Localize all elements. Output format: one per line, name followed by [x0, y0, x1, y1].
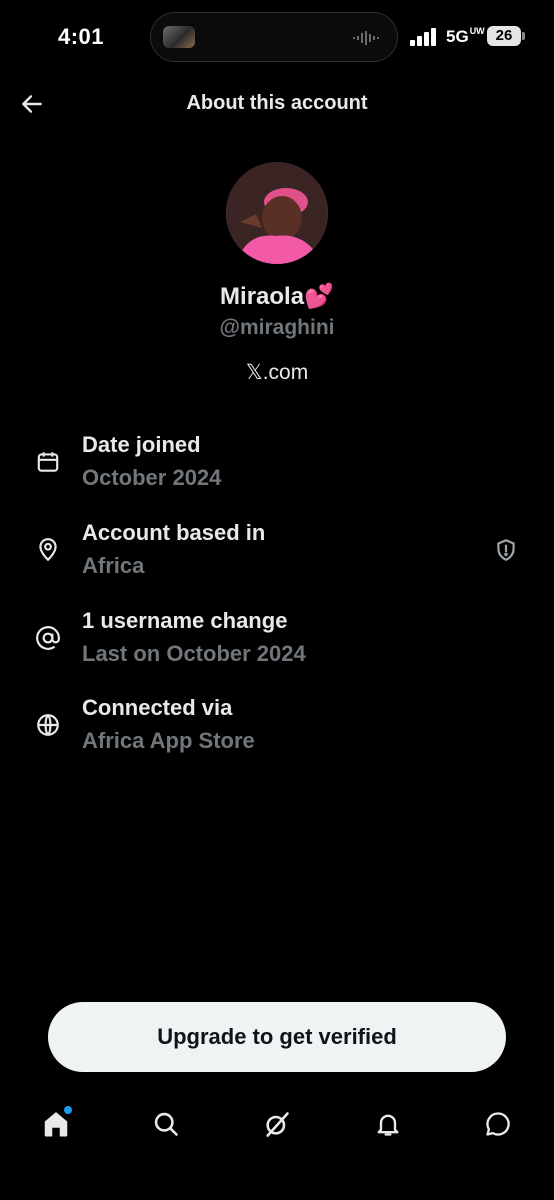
avatar[interactable]	[226, 162, 328, 264]
page-title: About this account	[186, 92, 368, 114]
info-subtitle: Africa	[82, 553, 145, 578]
status-bar: 4:01 5GUW 26	[0, 0, 554, 72]
info-title: Date joined	[82, 432, 201, 457]
grok-icon	[266, 1112, 289, 1137]
network-indicator: 5GUW	[446, 27, 485, 47]
info-row-connected-via: Connected via Africa App Store	[0, 695, 554, 765]
info-title: Account based in	[82, 520, 266, 545]
network-type: 5G	[446, 27, 469, 46]
nav-grok[interactable]	[255, 1102, 299, 1146]
info-title: 1 username change	[82, 608, 288, 633]
shield-alert-icon	[497, 539, 515, 561]
avatar-image	[226, 162, 328, 264]
nav-search[interactable]	[144, 1102, 188, 1146]
status-time: 4:01	[58, 24, 105, 49]
display-name: Miraola💕	[220, 283, 334, 310]
info-subtitle: October 2024	[82, 465, 222, 490]
info-row-account-based-in: Account based in Africa	[0, 520, 554, 590]
info-row-username-change: 1 username change Last on October 2024	[0, 608, 554, 678]
username-handle: @miraghini	[219, 316, 335, 339]
battery-indicator: 26	[487, 26, 525, 46]
media-thumbnail	[163, 26, 195, 48]
nav-notifications[interactable]	[366, 1102, 410, 1146]
info-subtitle: Africa App Store	[82, 728, 255, 753]
audio-wave-icon	[353, 31, 379, 45]
network-sup: UW	[469, 26, 485, 36]
info-subtitle: Last on October 2024	[82, 641, 306, 666]
cellular-signal-icon	[410, 28, 436, 46]
notifications-icon	[377, 1114, 399, 1136]
info-row-date-joined: Date joined October 2024	[0, 432, 554, 502]
upgrade-verified-button[interactable]: Upgrade to get verified	[48, 1002, 506, 1072]
notification-dot	[64, 1106, 72, 1114]
bottom-nav	[0, 1094, 554, 1154]
shield-alert-button[interactable]	[490, 534, 522, 566]
header: About this account	[0, 78, 554, 132]
globe-icon	[32, 709, 64, 741]
domain-label: 𝕏.com	[245, 361, 309, 384]
nav-home[interactable]	[34, 1102, 78, 1146]
search-icon	[154, 1112, 178, 1136]
dynamic-island[interactable]	[150, 12, 398, 62]
info-title: Connected via	[82, 695, 233, 720]
at-sign-icon	[32, 622, 64, 654]
nav-messages[interactable]	[476, 1102, 520, 1146]
calendar-icon	[32, 446, 64, 478]
location-pin-icon	[32, 534, 64, 566]
messages-icon	[486, 1112, 510, 1136]
